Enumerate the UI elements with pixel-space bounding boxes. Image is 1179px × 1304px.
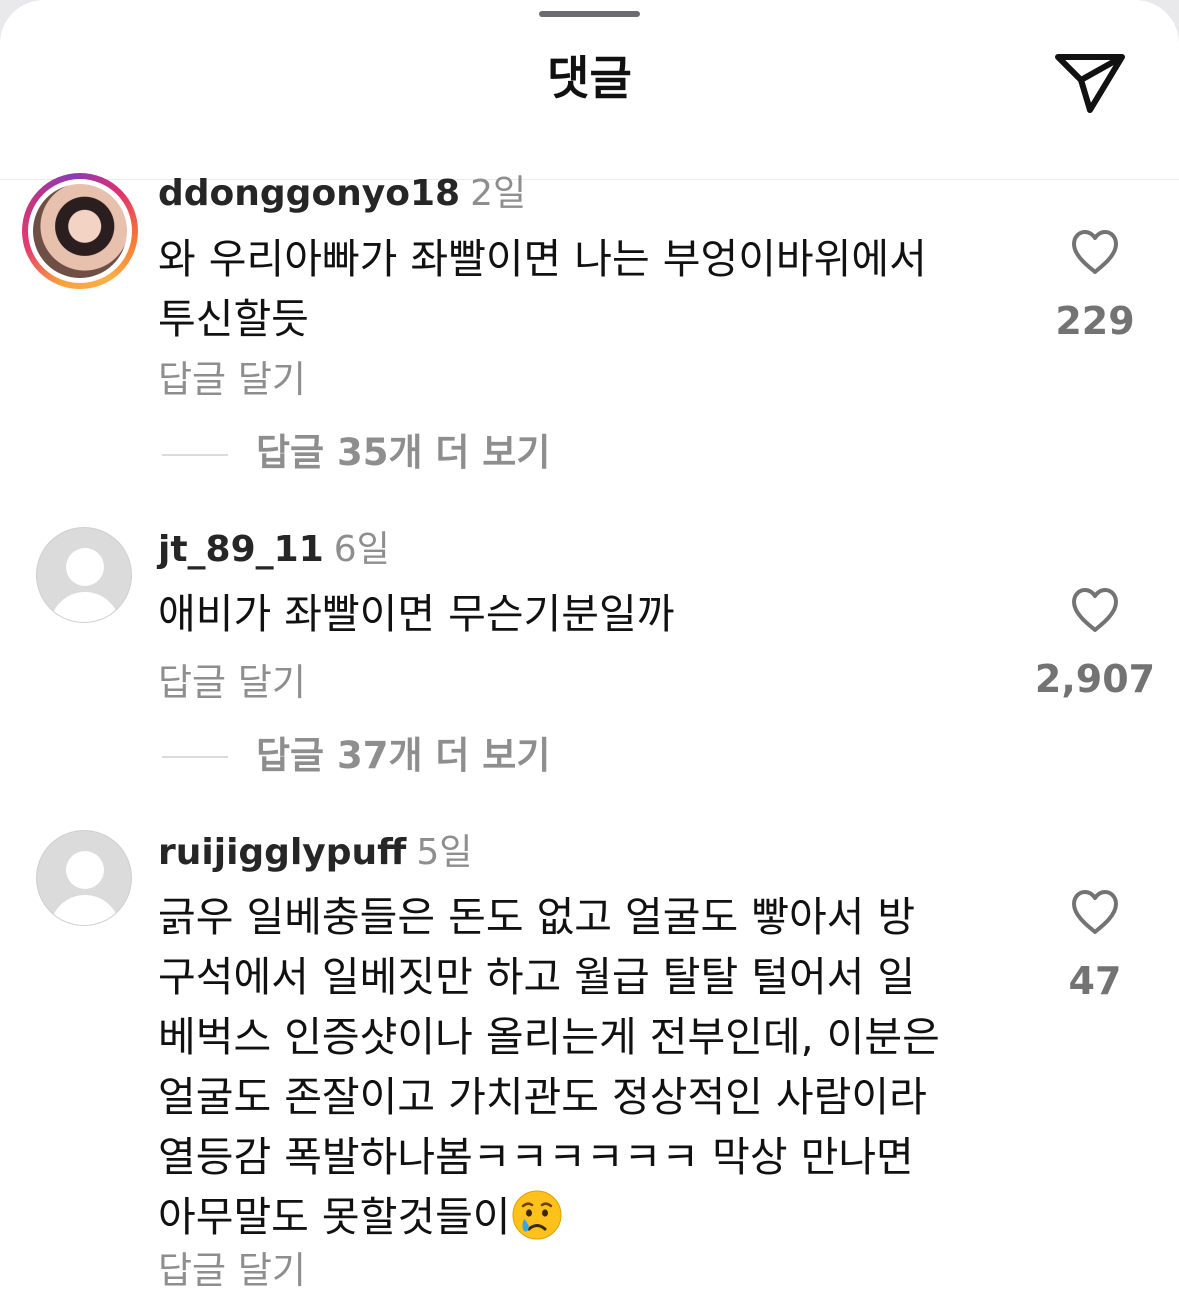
comments-sheet: 댓글 ddonggonyo18 2일 와 우리아빠가 좌빨이면 나는 부엉이바위에… <box>0 0 1179 1304</box>
username-text[interactable]: ddonggonyo18 <box>158 173 460 214</box>
like-count: 2,907 <box>1034 657 1156 701</box>
avatar[interactable] <box>36 527 132 623</box>
avatar[interactable] <box>36 830 132 926</box>
heart-icon <box>1072 230 1118 274</box>
reply-button[interactable]: 답글 달기 <box>158 658 306 708</box>
view-replies-button[interactable]: 답글 35개 더 보기 <box>256 428 550 478</box>
comment-time: 2일 <box>470 173 527 214</box>
comment-time: 6일 <box>333 529 390 570</box>
view-replies-button[interactable]: 답글 37개 더 보기 <box>256 731 550 781</box>
crying-face-emoji-icon <box>512 1190 562 1240</box>
comment-text: 애비가 좌빨이면 무슨기분일까 <box>158 590 675 638</box>
username-text[interactable]: ruijigglypuff <box>158 832 406 873</box>
avatar[interactable] <box>22 173 138 289</box>
like-count: 47 <box>1068 959 1122 1003</box>
comment-time: 5일 <box>416 832 473 873</box>
comment-text: 긁우 일베충들은 돈도 없고 얼굴도 빻아서 방 구석에서 일베짓만 하고 월급… <box>158 887 1028 1247</box>
reply-button[interactable]: 답글 달기 <box>158 355 306 405</box>
like-button[interactable] <box>1025 587 1165 633</box>
like-count: 229 <box>1055 299 1135 343</box>
like-button[interactable] <box>1025 889 1165 935</box>
comment-username[interactable]: ruijigglypuff 5일 <box>158 831 472 875</box>
send-icon <box>1055 54 1125 113</box>
page-title: 댓글 <box>547 51 632 105</box>
replies-divider-line <box>162 756 228 758</box>
default-avatar-head <box>66 851 104 889</box>
comment-username[interactable]: ddonggonyo18 2일 <box>158 172 526 216</box>
username-text[interactable]: jt_89_11 <box>158 529 324 570</box>
heart-icon <box>1072 588 1118 632</box>
default-avatar-head <box>66 548 104 586</box>
comment-username[interactable]: jt_89_11 6일 <box>158 528 390 572</box>
sheet-grabber-handle[interactable] <box>539 11 640 17</box>
like-button[interactable] <box>1025 229 1165 275</box>
comment-text: 와 우리아빠가 좌빨이면 나는 부엉이바위에서 투신할듯 <box>158 235 927 343</box>
share-button[interactable] <box>1052 49 1128 117</box>
default-avatar-body <box>50 592 120 622</box>
reply-button[interactable]: 답글 달기 <box>158 1246 306 1296</box>
default-avatar-body <box>50 895 120 925</box>
replies-divider-line <box>162 454 228 456</box>
heart-icon <box>1072 890 1118 934</box>
profile-photo <box>33 184 127 278</box>
